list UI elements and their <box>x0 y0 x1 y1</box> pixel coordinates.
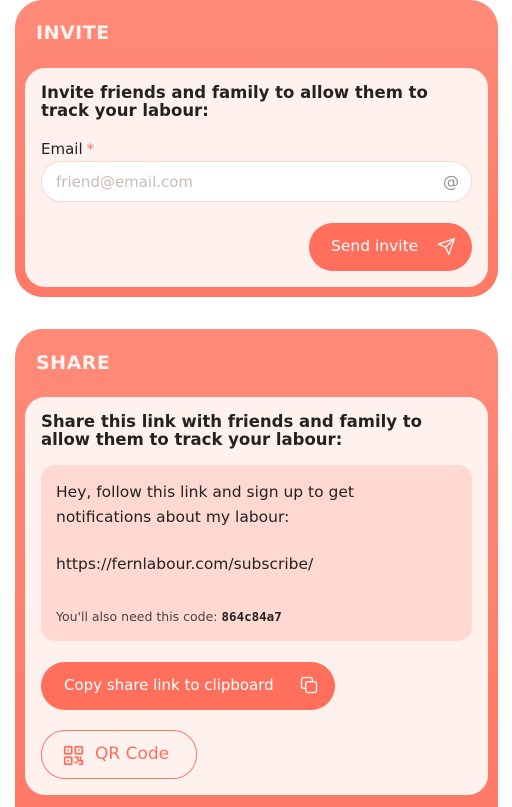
copy-icon <box>299 675 319 699</box>
copy-link-button[interactable]: Copy share link to clipboard <box>41 662 335 710</box>
invite-panel: Invite friends and family to allow them … <box>25 68 488 287</box>
email-field-wrapper: @ <box>41 161 472 202</box>
at-icon: @ <box>443 172 459 191</box>
share-code-prefix: You'll also need this code: <box>56 609 218 624</box>
send-invite-button[interactable]: Send invite <box>309 223 472 271</box>
share-code-line: You'll also need this code: 864c84a7 <box>56 609 282 624</box>
email-label-text: Email <box>41 140 83 158</box>
share-code: 864c84a7 <box>221 609 282 624</box>
invite-card: INVITE Invite friends and family to allo… <box>15 0 498 297</box>
invite-title: INVITE <box>36 22 110 44</box>
email-label: Email * <box>41 140 94 158</box>
qr-code-button[interactable]: QR Code <box>41 730 197 779</box>
share-message: Hey, follow this link and sign up to get… <box>56 483 354 526</box>
share-message-box: Hey, follow this link and sign up to get… <box>41 465 472 641</box>
send-invite-label: Send invite <box>331 237 419 255</box>
invite-lead: Invite friends and family to allow them … <box>41 83 428 120</box>
share-card: SHARE Share this link with friends and f… <box>15 329 498 807</box>
copy-link-label: Copy share link to clipboard <box>64 676 274 694</box>
required-mark: * <box>86 140 95 158</box>
share-link: https://fernlabour.com/subscribe/ <box>56 555 314 573</box>
share-panel: Share this link with friends and family … <box>25 397 488 795</box>
share-title: SHARE <box>36 352 111 374</box>
share-lead: Share this link with friends and family … <box>41 412 423 449</box>
qr-code-label: QR Code <box>95 744 170 764</box>
email-field[interactable] <box>56 162 426 201</box>
qr-code-icon <box>63 745 84 771</box>
paper-plane-icon <box>437 237 456 260</box>
